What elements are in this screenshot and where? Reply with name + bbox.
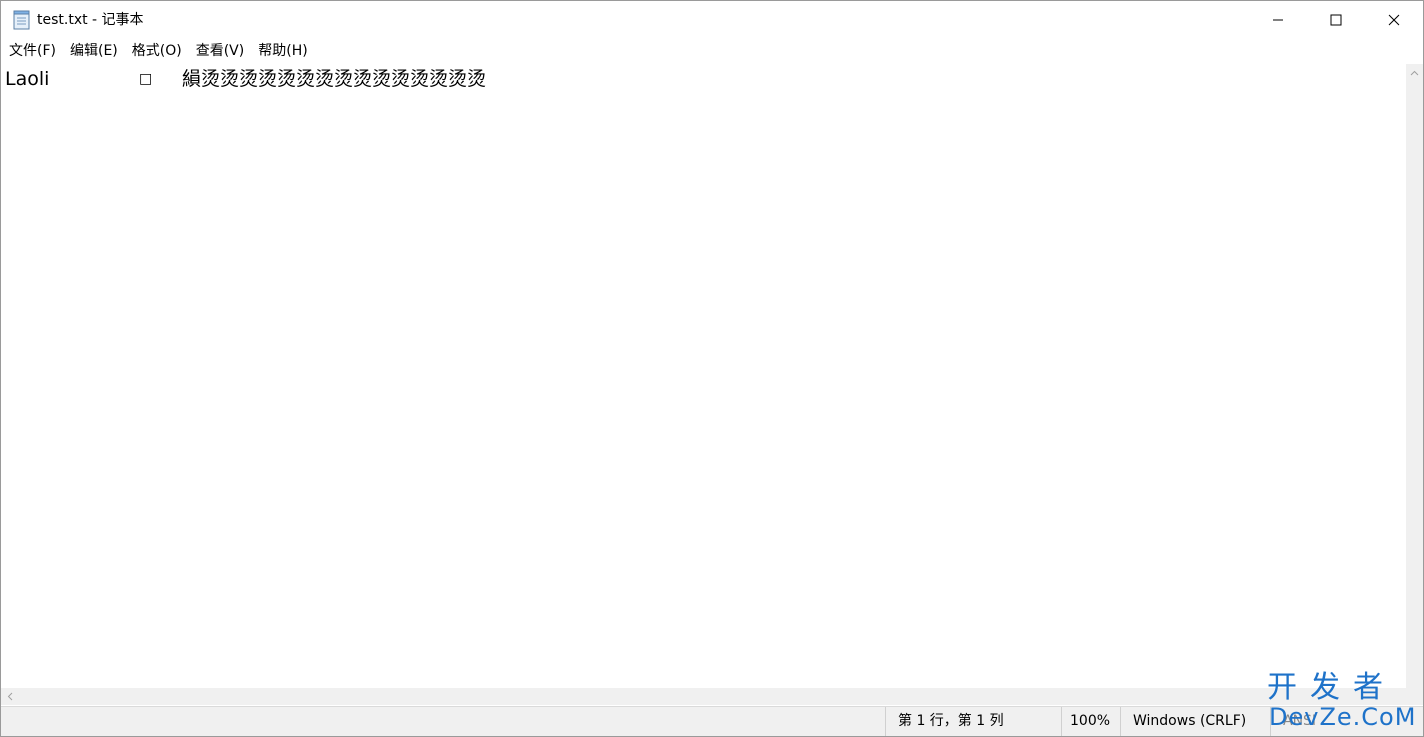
status-bar: 第 1 行，第 1 列 100% Windows (CRLF) ANSI [1,706,1423,736]
text-editor[interactable]: Laoli □ 縜烫烫烫烫烫烫烫烫烫烫烫烫烫烫烫 [1,64,1406,688]
maximize-icon [1330,11,1342,30]
close-icon [1388,11,1400,30]
watermark-en: DevZe.CoM [1269,703,1417,731]
menu-format[interactable]: 格式(O) [125,39,189,63]
minimize-icon [1272,11,1284,30]
close-button[interactable] [1365,1,1423,39]
watermark-logo: 开发者 DevZe.CoM [1267,671,1419,735]
minimize-button[interactable] [1249,1,1307,39]
menu-edit[interactable]: 编辑(E) [63,39,125,63]
vertical-scrollbar[interactable] [1406,64,1423,688]
status-line-ending: Windows (CRLF) [1120,707,1270,736]
watermark-cn: 开发者 [1267,670,1396,705]
scroll-up-icon[interactable] [1406,64,1423,81]
editor-text-name: Laoli [5,68,50,90]
menu-file[interactable]: 文件(F) [1,39,63,63]
notepad-window: test.txt - 记事本 文件(F) 编辑(E) 格式(O) 查看(V) 帮… [0,0,1424,737]
status-zoom: 100% [1061,707,1120,736]
menu-help[interactable]: 帮助(H) [251,39,314,63]
maximize-button[interactable] [1307,1,1365,39]
menu-view[interactable]: 查看(V) [189,39,252,63]
editor-text-garbled: 縜烫烫烫烫烫烫烫烫烫烫烫烫烫烫烫 [182,68,487,90]
title-bar[interactable]: test.txt - 记事本 [1,1,1423,39]
editor-text-box: □ [139,71,153,87]
window-title: test.txt - 记事本 [37,12,144,28]
notepad-icon[interactable] [13,10,31,30]
editor-line: Laoli □ 縜烫烫烫烫烫烫烫烫烫烫烫烫烫烫烫 [5,66,486,196]
menu-bar: 文件(F) 编辑(E) 格式(O) 查看(V) 帮助(H) [1,39,1423,63]
horizontal-scrollbar[interactable] [1,688,1406,705]
status-cursor-position: 第 1 行，第 1 列 [885,707,1061,736]
scroll-left-icon[interactable] [1,688,18,705]
